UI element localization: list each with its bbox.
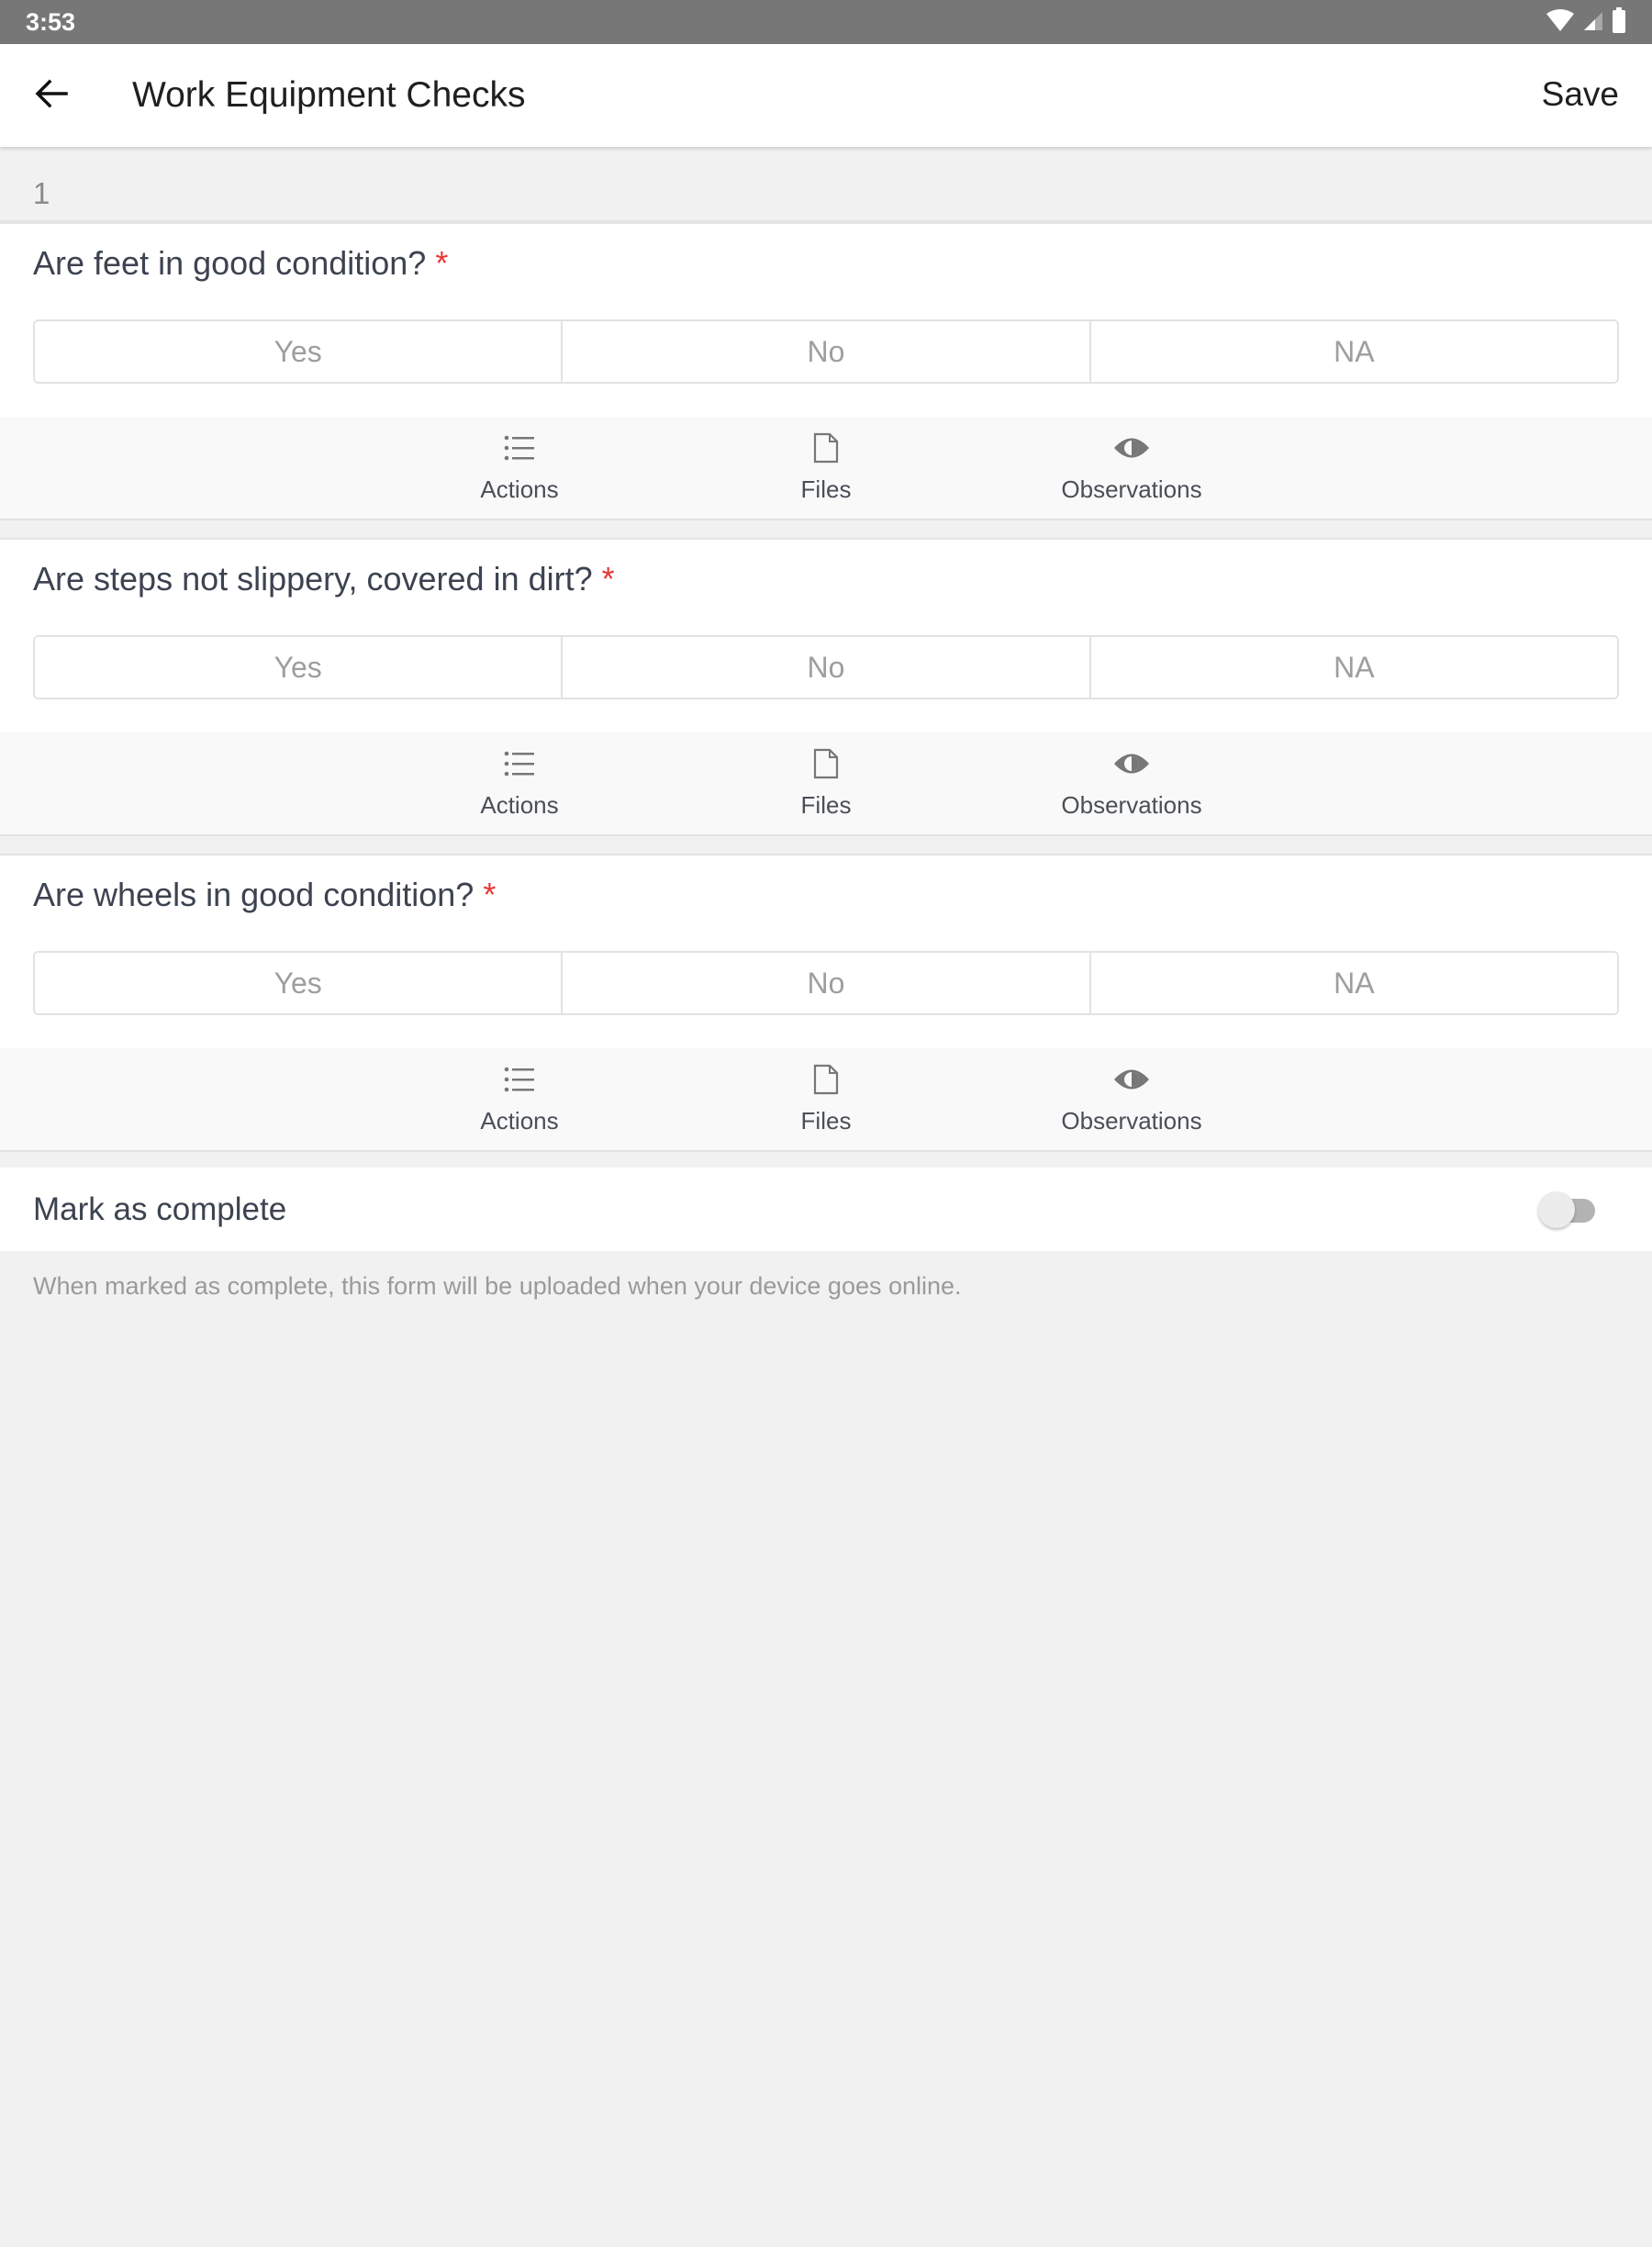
page-title: Work Equipment Checks [132, 75, 526, 115]
mark-complete-label: Mark as complete [33, 1191, 287, 1227]
list-icon [503, 1061, 536, 1098]
actions-button[interactable]: Actions [409, 745, 630, 828]
action-label: Actions [480, 475, 559, 503]
file-icon [813, 1061, 839, 1098]
action-label: Actions [480, 1107, 559, 1135]
answer-option-yes[interactable]: Yes [35, 637, 562, 698]
answer-option-no[interactable]: No [561, 953, 1089, 1013]
question-text: Are wheels in good condition? * [33, 876, 496, 914]
file-icon [813, 430, 839, 466]
required-asterisk: * [435, 244, 449, 282]
wifi-icon [1546, 8, 1575, 37]
action-label: Actions [480, 791, 559, 819]
app-bar: Work Equipment Checks Save [0, 44, 1652, 147]
answer-option-yes[interactable]: Yes [35, 953, 562, 1013]
question-action-bar: Actions Files Observations [0, 1048, 1652, 1152]
question-card: Are feet in good condition? * Yes No NA Actio… [0, 222, 1652, 520]
eye-icon [1112, 1061, 1151, 1098]
action-label: Files [800, 475, 852, 503]
mark-complete-toggle[interactable] [1538, 1190, 1602, 1230]
action-label: Files [800, 1107, 852, 1135]
question-text: Are steps not slippery, covered in dirt?… [33, 560, 615, 598]
section-number: 1 [33, 176, 50, 210]
required-asterisk: * [483, 876, 497, 913]
observations-button[interactable]: Observations [1021, 430, 1242, 512]
status-bar: 3:53 [0, 0, 1652, 44]
files-button[interactable]: Files [716, 745, 936, 828]
required-asterisk: * [601, 560, 615, 598]
files-button[interactable]: Files [716, 430, 936, 512]
action-label: Observations [1061, 1107, 1202, 1135]
list-icon [503, 430, 536, 466]
answer-option-yes[interactable]: Yes [35, 321, 562, 382]
question-text: Are feet in good condition? * [33, 244, 448, 283]
files-button[interactable]: Files [716, 1061, 936, 1144]
complete-note: When marked as complete, this form will … [33, 1272, 962, 1300]
back-button[interactable] [28, 72, 75, 119]
status-icons [1546, 6, 1626, 38]
list-icon [503, 745, 536, 782]
actions-button[interactable]: Actions [409, 430, 630, 512]
answer-option-na[interactable]: NA [1088, 637, 1617, 698]
answer-option-no[interactable]: No [561, 637, 1089, 698]
section-header: 1 [0, 147, 1652, 222]
cell-signal-icon [1582, 9, 1604, 36]
status-time: 3:53 [26, 8, 76, 36]
question-action-bar: Actions Files Observations [0, 417, 1652, 520]
answer-option-na[interactable]: NA [1088, 953, 1617, 1013]
answer-option-na[interactable]: NA [1088, 321, 1617, 382]
toggle-thumb [1538, 1191, 1575, 1228]
question-action-bar: Actions Files Observations [0, 732, 1652, 836]
action-label: Observations [1061, 791, 1202, 819]
question-label: Are steps not slippery, covered in dirt? [33, 560, 593, 598]
file-icon [813, 745, 839, 782]
question-card: Are steps not slippery, covered in dirt?… [0, 538, 1652, 836]
answer-option-no[interactable]: No [561, 321, 1089, 382]
mark-complete-row: Mark as complete [0, 1168, 1652, 1251]
answer-segmented-control: Yes No NA [33, 635, 1619, 699]
question-card: Are wheels in good condition? * Yes No NA Act… [0, 854, 1652, 1152]
eye-icon [1112, 430, 1151, 466]
save-button[interactable]: Save [1542, 75, 1619, 114]
eye-icon [1112, 745, 1151, 782]
question-label: Are wheels in good condition? [33, 876, 474, 913]
question-label: Are feet in good condition? [33, 244, 427, 282]
battery-icon [1612, 6, 1626, 38]
arrow-left-icon [35, 79, 68, 113]
observations-button[interactable]: Observations [1021, 745, 1242, 828]
actions-button[interactable]: Actions [409, 1061, 630, 1144]
action-label: Observations [1061, 475, 1202, 503]
answer-segmented-control: Yes No NA [33, 951, 1619, 1015]
action-label: Files [800, 791, 852, 819]
answer-segmented-control: Yes No NA [33, 319, 1619, 384]
observations-button[interactable]: Observations [1021, 1061, 1242, 1144]
